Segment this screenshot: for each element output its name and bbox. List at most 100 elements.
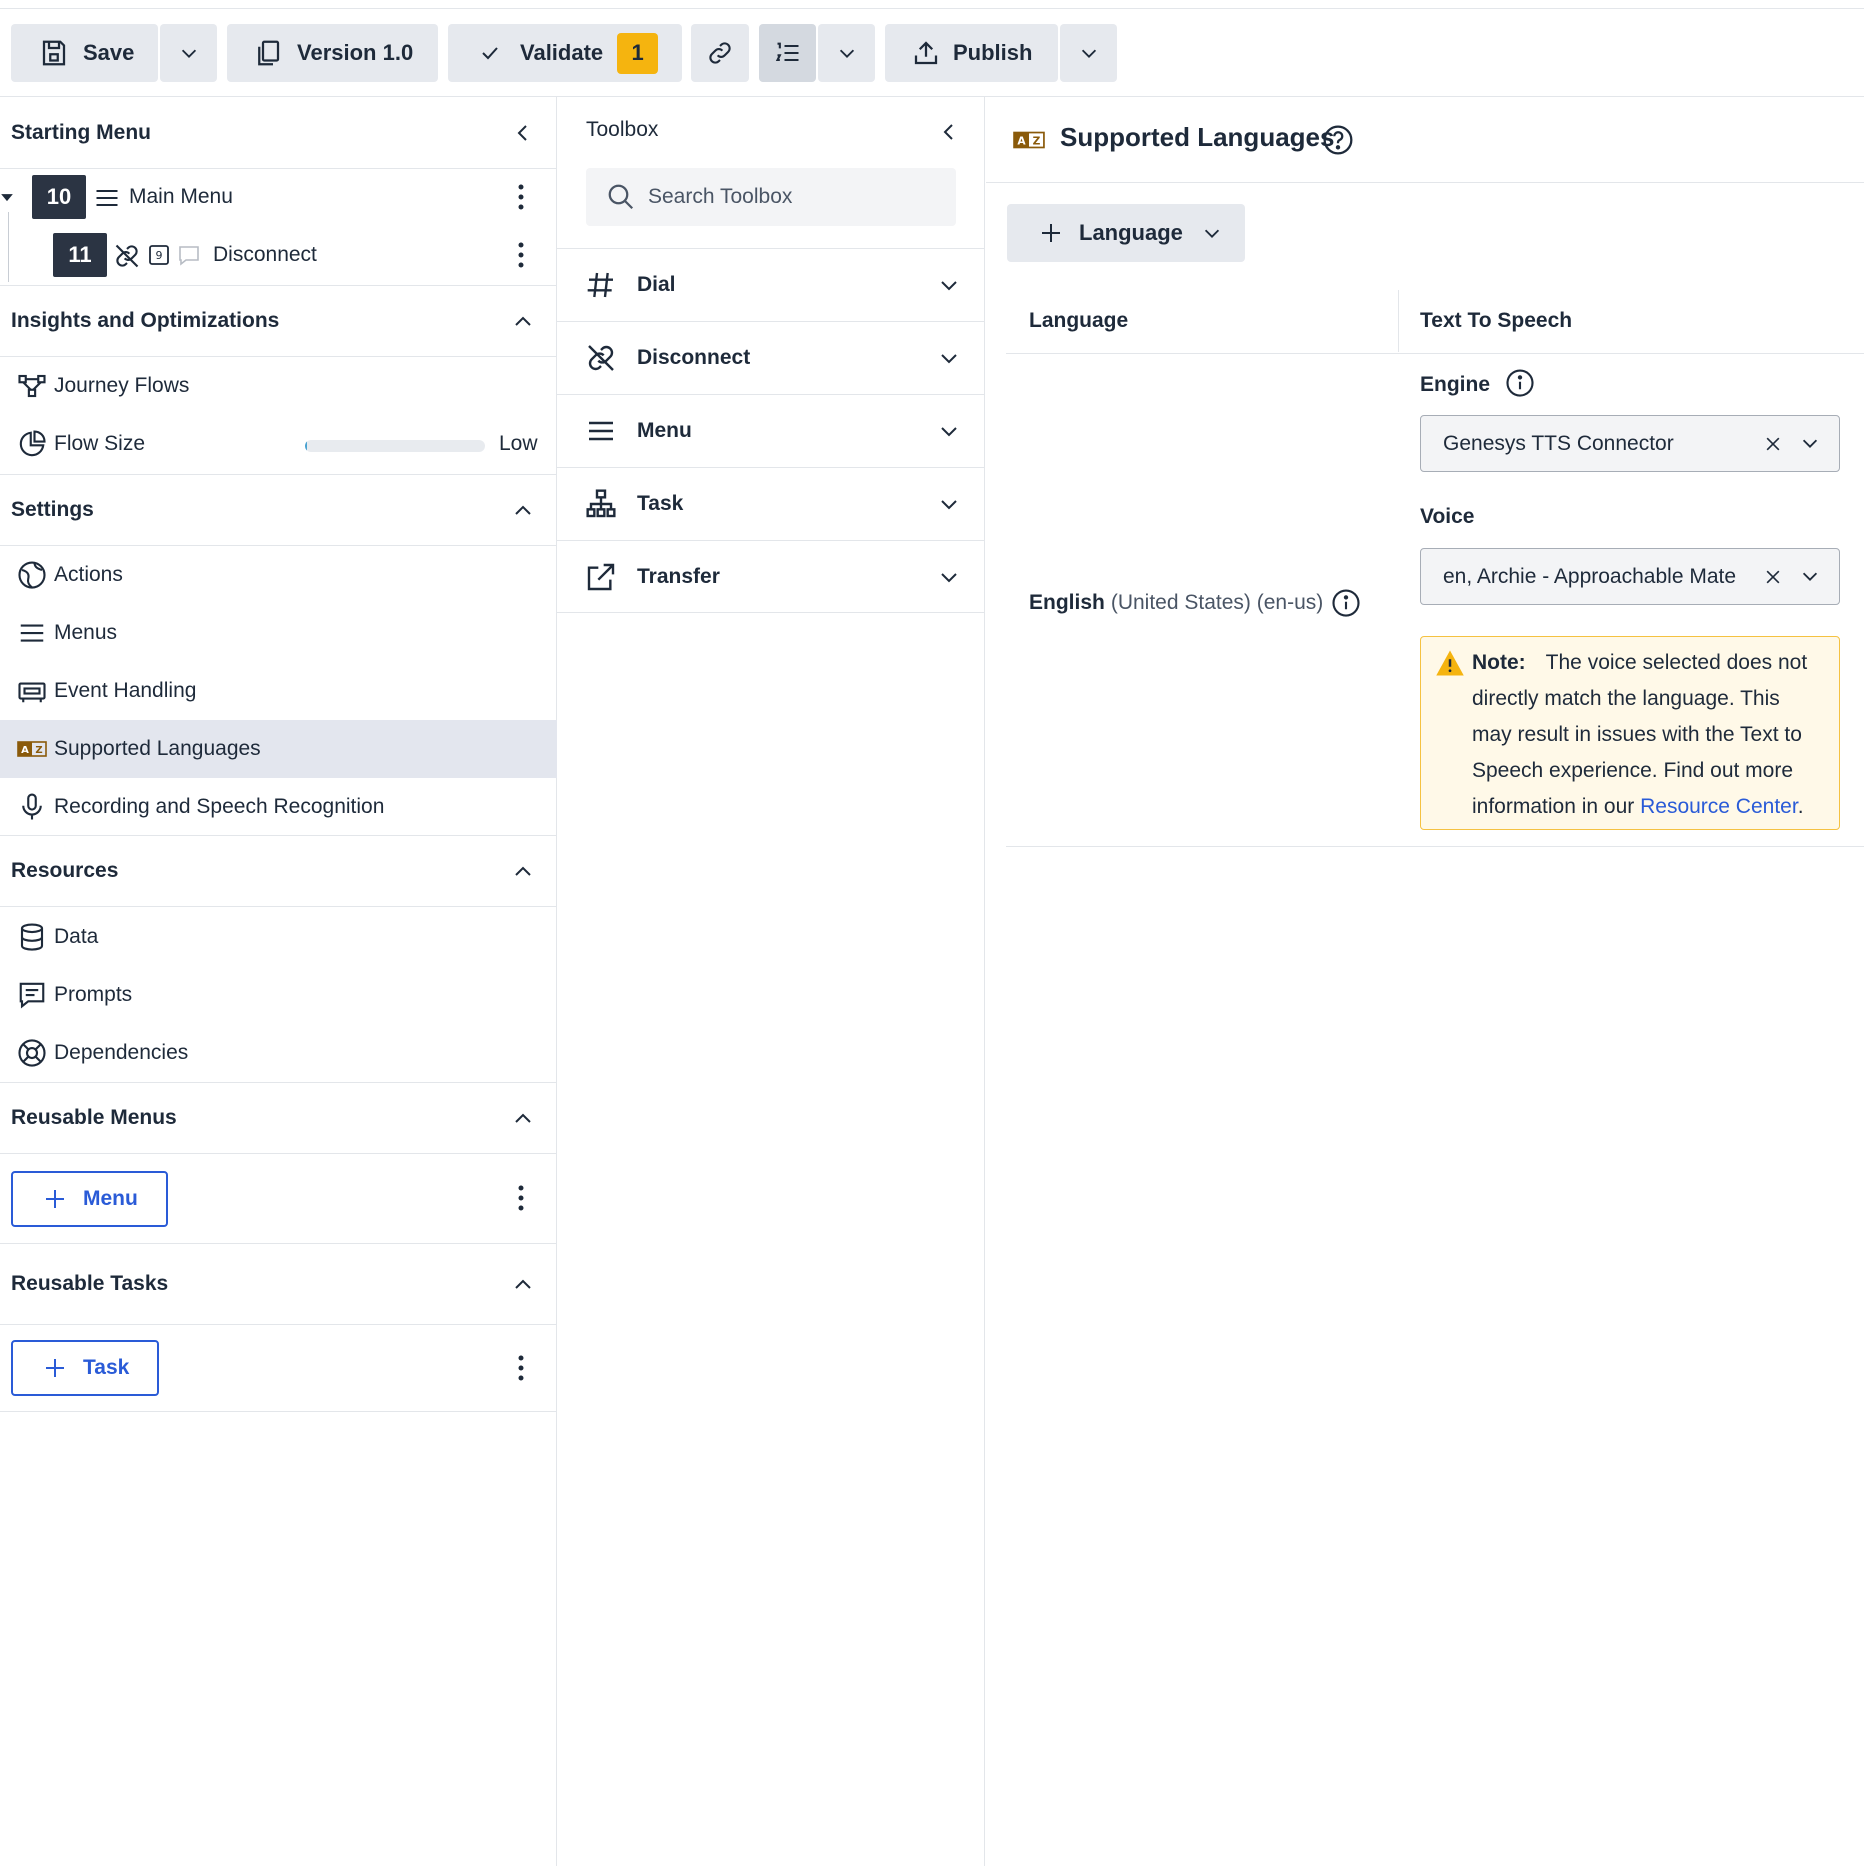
dependencies-label: Dependencies <box>54 1041 189 1064</box>
toolbox-category-dial[interactable]: Dial <box>557 248 985 321</box>
chevron-down-icon[interactable] <box>1799 432 1821 454</box>
more-icon[interactable] <box>518 1185 524 1211</box>
flow-size-level: Low <box>499 432 538 455</box>
svg-text:9: 9 <box>156 249 163 262</box>
add-task-button[interactable]: Task <box>11 1340 159 1396</box>
plus-icon <box>46 1190 64 1208</box>
chevron-left-icon[interactable] <box>511 121 535 145</box>
prompts-label: Prompts <box>54 983 133 1006</box>
title-divider <box>986 182 1864 183</box>
chevron-down-icon <box>941 281 957 291</box>
nav-prompts[interactable]: Prompts <box>0 966 557 1024</box>
more-icon[interactable] <box>518 242 524 268</box>
help-icon[interactable] <box>1322 124 1354 156</box>
nav-menus[interactable]: Menus <box>0 604 557 662</box>
resource-center-link[interactable]: Resource Center <box>1640 795 1798 818</box>
toolbox-search-input[interactable]: Search Toolbox <box>586 168 956 226</box>
dial-label: Dial <box>637 273 676 296</box>
list-button[interactable] <box>759 24 816 82</box>
column-divider <box>1398 290 1399 352</box>
resources-title: Resources <box>11 859 119 882</box>
chevron-down-icon[interactable] <box>1799 565 1821 587</box>
toolbox-category-task[interactable]: Task <box>557 467 985 540</box>
nav-actions[interactable]: Actions <box>0 546 557 604</box>
language-name: English <box>1029 591 1105 614</box>
toolbox-category-disconnect[interactable]: Disconnect <box>557 321 985 394</box>
save-dropdown-button[interactable] <box>160 24 217 82</box>
unlink-icon <box>115 244 139 268</box>
reusable-tasks-header[interactable]: Reusable Tasks <box>0 1243 557 1325</box>
chevron-up-icon[interactable] <box>511 499 535 523</box>
tree-item-disconnect[interactable]: 11 9 Disconnect <box>0 226 557 284</box>
prompt-icon <box>19 982 45 1009</box>
chevron-left-icon[interactable] <box>937 120 961 144</box>
voice-mismatch-note: Note: The voice selected does not directl… <box>1420 636 1840 830</box>
nav-supported-languages[interactable]: AZ Supported Languages <box>0 720 557 778</box>
chevron-down-icon <box>941 354 957 364</box>
flow-size-label: Flow Size <box>54 432 146 455</box>
link-button[interactable] <box>691 24 749 82</box>
toolbox-category-menu[interactable]: Menu <box>557 394 985 467</box>
tree-item-main-menu[interactable]: 10 Main Menu <box>0 168 557 226</box>
chevron-up-icon[interactable] <box>511 1273 535 1297</box>
chevron-up-icon[interactable] <box>511 1107 535 1131</box>
close-icon[interactable] <box>1763 434 1783 454</box>
validate-button[interactable]: Validate 1 <box>448 24 682 82</box>
page-title: Supported Languages <box>1060 122 1335 152</box>
add-language-button[interactable]: Language <box>1007 204 1245 262</box>
pie-chart-icon <box>19 430 46 457</box>
menus-label: Menus <box>54 621 118 644</box>
info-icon[interactable] <box>1505 368 1535 398</box>
microphone-icon <box>22 793 42 820</box>
reusable-menus-header[interactable]: Reusable Menus <box>0 1082 557 1154</box>
menu-icon <box>589 421 613 441</box>
starting-menu-title: Starting Menu <box>11 120 151 144</box>
toolbox-category-transfer[interactable]: Transfer <box>557 540 985 613</box>
publish-dropdown-button[interactable] <box>1060 24 1117 82</box>
toolbar: Save Version 1.0 Validate 1 Publish <box>0 0 1864 98</box>
disconnect-number-badge: 11 <box>53 233 107 277</box>
list-dropdown-button[interactable] <box>818 24 875 82</box>
engine-label: Engine <box>1420 373 1491 396</box>
nav-dependencies[interactable]: Dependencies <box>0 1024 557 1082</box>
svg-text:A: A <box>21 745 29 756</box>
resources-header[interactable]: Resources <box>0 835 557 907</box>
close-icon[interactable] <box>1763 567 1783 587</box>
nav-recording-speech[interactable]: Recording and Speech Recognition <box>0 778 557 836</box>
warning-icon <box>1436 650 1464 676</box>
menu-number-badge: 10 <box>32 175 86 219</box>
add-menu-button[interactable]: Menu <box>11 1171 168 1227</box>
voice-value: en, Archie - Approachable Mate <box>1443 564 1737 588</box>
nav-event-handling[interactable]: Event Handling <box>0 662 557 720</box>
version-button[interactable]: Version 1.0 <box>227 24 438 82</box>
nav-journey-flows[interactable]: Journey Flows <box>0 357 557 415</box>
toolbox-title: Toolbox <box>586 118 659 141</box>
language-detail: (United States) (en-us) <box>1110 591 1324 614</box>
info-icon[interactable] <box>1331 588 1361 618</box>
actions-label: Actions <box>54 563 123 586</box>
publish-button[interactable]: Publish <box>885 24 1058 82</box>
chevron-up-icon[interactable] <box>511 860 535 884</box>
more-icon[interactable] <box>518 1355 524 1381</box>
chevron-up-icon[interactable] <box>511 310 535 334</box>
reusable-tasks-title: Reusable Tasks <box>11 1272 169 1295</box>
settings-header[interactable]: Settings <box>0 474 557 546</box>
voice-select[interactable]: en, Archie - Approachable Mate <box>1420 548 1840 605</box>
note-end: . <box>1797 795 1804 818</box>
main-menu-label: Main Menu <box>129 185 233 208</box>
save-label: Save <box>83 40 135 65</box>
chevron-down-icon <box>941 427 957 437</box>
save-button[interactable]: Save <box>11 24 158 82</box>
caret-down-icon[interactable] <box>0 190 14 204</box>
settings-title: Settings <box>11 498 94 521</box>
insights-title: Insights and Optimizations <box>11 309 280 332</box>
upload-icon <box>914 41 938 65</box>
recording-speech-label: Recording and Speech Recognition <box>54 795 385 818</box>
more-icon[interactable] <box>518 184 524 210</box>
engine-select[interactable]: Genesys TTS Connector <box>1420 415 1840 472</box>
search-placeholder: Search Toolbox <box>648 185 793 208</box>
insights-header[interactable]: Insights and Optimizations <box>0 285 557 357</box>
nav-data[interactable]: Data <box>0 908 557 966</box>
column-header-text-to-speech: Text To Speech <box>1420 309 1573 332</box>
chevron-down-icon <box>1204 229 1219 238</box>
